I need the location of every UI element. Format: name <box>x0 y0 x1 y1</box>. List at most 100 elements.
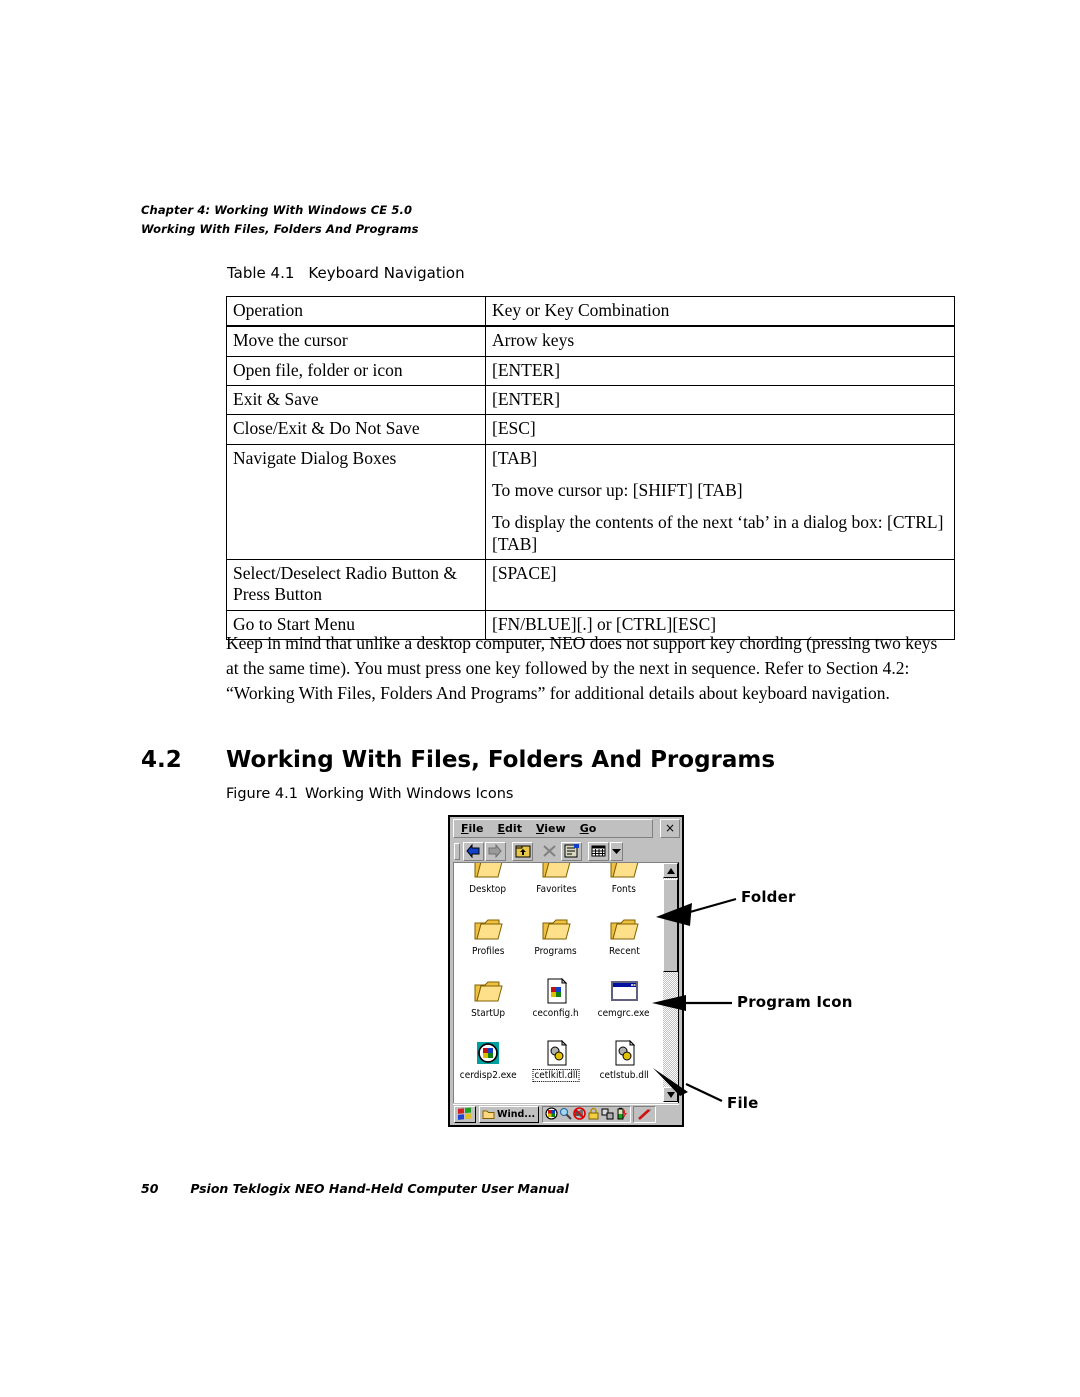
table-row: Exit & Save [ENTER] <box>226 385 955 416</box>
page-footer: 50 Psion Teklogix NEO Hand-Held Computer … <box>141 1181 569 1196</box>
cell-key: [ENTER] <box>485 385 955 416</box>
list-item[interactable]: Fonts <box>590 863 658 911</box>
list-item[interactable]: StartUp <box>454 973 522 1035</box>
table-row-continuation: To move cursor up: [SHIFT] [TAB] <box>226 473 955 506</box>
cell-key: Arrow keys <box>485 325 955 357</box>
menu-item-go[interactable]: Go <box>573 820 604 837</box>
table-header-key: Key or Key Combination <box>485 296 955 328</box>
start-button[interactable] <box>454 1105 476 1123</box>
figure-caption: Figure 4.1 Working With Windows Icons <box>226 786 513 802</box>
menu-item-file[interactable]: File <box>454 820 491 837</box>
list-item[interactable]: cetlstub.dll <box>590 1035 658 1097</box>
cell-key: [TAB] <box>485 443 955 474</box>
footer-page-number: 50 <box>141 1181 159 1196</box>
file-gear-icon <box>608 1039 640 1068</box>
cell-key: [ENTER] <box>485 355 955 387</box>
list-item[interactable]: Recent <box>590 911 658 973</box>
folder-icon <box>540 915 572 944</box>
table-row-continuation: To display the contents of the next ‘tab… <box>226 505 955 561</box>
table-row: Move the cursor Arrow keys <box>226 325 955 357</box>
list-item[interactable]: cerdisp2.exe <box>454 1035 522 1097</box>
icon-label: cetlstub.dll <box>599 1070 649 1081</box>
icon-label: cemgrc.exe <box>598 1008 650 1019</box>
taskbar-task-button[interactable]: Wind... <box>479 1105 540 1123</box>
windows-ce-explorer-window: File Edit View Go × Desktop Favorites Fo… <box>448 815 684 1127</box>
list-item[interactable]: Profiles <box>454 911 522 973</box>
list-item[interactable]: cetlkitl.dll <box>522 1035 590 1097</box>
lock-icon[interactable] <box>587 1105 600 1124</box>
ce-menu-bar: File Edit View Go <box>453 819 653 838</box>
taskbar-task-label: Wind... <box>497 1108 536 1120</box>
icon-label: Programs <box>534 946 578 957</box>
cell-operation: Exit & Save <box>226 385 486 416</box>
list-item[interactable]: Desktop <box>454 863 522 911</box>
table-caption-title: Keyboard Navigation <box>308 264 465 282</box>
ce-file-list-view[interactable]: Desktop Favorites Fonts Profiles Program… <box>453 862 679 1103</box>
cell-operation: Navigate Dialog Boxes <box>226 443 486 474</box>
input-tool-icon[interactable] <box>559 1105 572 1124</box>
table-row: Navigate Dialog Boxes [TAB] <box>226 443 955 474</box>
battery-icon[interactable] <box>615 1105 628 1124</box>
folder-icon <box>608 915 640 944</box>
figure-caption-title: Working With Windows Icons <box>304 786 514 802</box>
menu-accel-edit: E <box>497 822 506 835</box>
running-head: Chapter 4: Working With Windows CE 5.0 W… <box>141 203 961 236</box>
program-globe-icon <box>472 1039 504 1068</box>
vertical-scrollbar[interactable] <box>663 863 678 1102</box>
icon-label-selected: cetlkitl.dll <box>532 1069 580 1082</box>
sound-muted-icon[interactable] <box>573 1105 586 1124</box>
icon-label: Fonts <box>611 884 637 895</box>
toolbar-grip[interactable] <box>454 842 460 860</box>
cell-operation: Open file, folder or icon <box>226 355 486 387</box>
ce-toolbar <box>453 840 679 862</box>
running-head-chapter: Chapter 4: Working With Windows CE 5.0 <box>141 203 413 217</box>
cut-icon[interactable] <box>539 841 560 861</box>
stylus-icon[interactable] <box>633 1105 657 1123</box>
folder-icon <box>608 863 640 882</box>
properties-icon[interactable] <box>561 841 582 861</box>
running-head-section: Working With Files, Folders And Programs <box>141 222 419 236</box>
list-item[interactable]: Programs <box>522 911 590 973</box>
footer-title: Psion Teklogix NEO Hand-Held Computer Us… <box>190 1181 569 1196</box>
network-globe-icon[interactable] <box>545 1105 558 1124</box>
section-heading: 4.2 Working With Files, Folders And Progr… <box>141 747 775 773</box>
up-one-level-icon[interactable] <box>512 841 533 861</box>
menu-item-view[interactable]: View <box>529 820 573 837</box>
table-header-operation: Operation <box>226 296 486 328</box>
folder-icon <box>540 863 572 882</box>
menu-accel-file: F <box>461 822 469 835</box>
scroll-down-icon[interactable] <box>663 1087 678 1102</box>
cell-operation-empty <box>226 473 486 506</box>
back-icon[interactable] <box>463 841 484 861</box>
section-number: 4.2 <box>141 747 182 773</box>
list-item[interactable]: cemgrc.exe <box>590 973 658 1035</box>
cell-key: [ESC] <box>485 414 955 445</box>
table-caption: Table 4.1 Keyboard Navigation <box>227 264 465 282</box>
forward-icon[interactable] <box>485 841 506 861</box>
icon-grid: Desktop Favorites Fonts Profiles Program… <box>454 863 659 1097</box>
views-icon[interactable] <box>588 841 609 861</box>
icon-label: cerdisp2.exe <box>459 1070 517 1081</box>
menu-rest-go: o <box>588 822 597 835</box>
icon-label: Favorites <box>535 884 577 895</box>
program-window-icon <box>608 977 640 1006</box>
icon-label: StartUp <box>470 1008 506 1019</box>
close-icon[interactable]: × <box>660 819 680 838</box>
body-paragraph: Keep in mind that unlike a desktop compu… <box>226 633 938 703</box>
table-row: Select/Deselect Radio Button & Press But… <box>226 559 955 611</box>
cell-key: To display the contents of the next ‘tab… <box>485 505 955 561</box>
scrollbar-thumb[interactable] <box>663 879 678 972</box>
list-item[interactable]: ceconfig.h <box>522 973 590 1035</box>
list-item[interactable]: Favorites <box>522 863 590 911</box>
folder-icon <box>472 915 504 944</box>
scroll-up-icon[interactable] <box>663 863 678 878</box>
dock-icon[interactable] <box>601 1105 614 1124</box>
table-header-row: Operation Key or Key Combination <box>226 296 955 328</box>
file-gear-icon <box>540 1039 572 1068</box>
cell-key: [SPACE] <box>485 559 955 611</box>
menu-item-edit[interactable]: Edit <box>491 820 529 837</box>
menu-rest-file: ile <box>468 822 484 835</box>
chevron-down-icon[interactable] <box>610 841 623 861</box>
callout-label-program-icon: Program Icon <box>737 993 853 1011</box>
folder-icon <box>472 977 504 1006</box>
